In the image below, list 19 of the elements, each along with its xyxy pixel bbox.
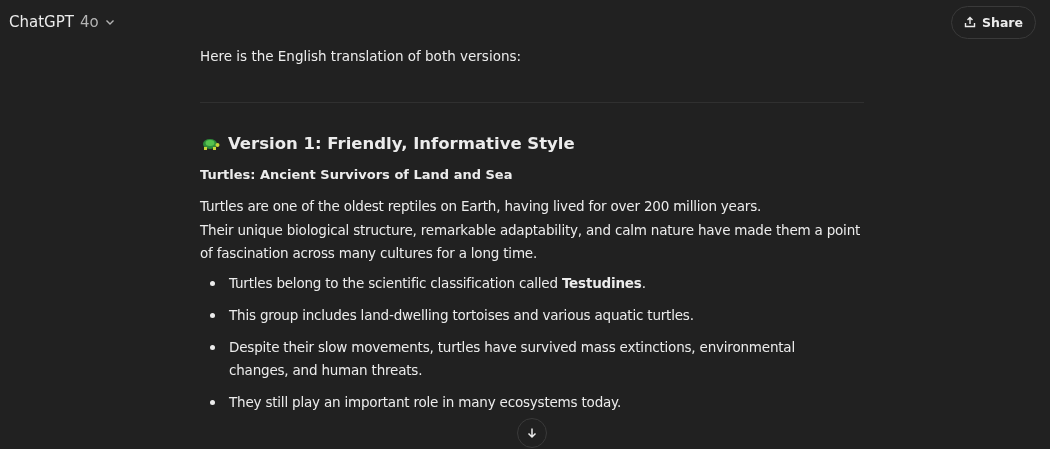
intro-text: Here is the English translation of both versions: (200, 47, 523, 66)
bullet-text: Despite their slow movements, turtles have survived mass extinctions, environmental changes, and human threats. (229, 337, 796, 380)
paragraph-text: Turtles are one of the oldest reptiles on Earth, having lived for over 200 million years. Their unique biological structure, remarkable adaptability, and calm nature have made them a point of fascination across many cultures for a long time. (200, 197, 862, 263)
model-selector[interactable]: ChatGPT 4o (9, 9, 115, 35)
bullet-dot (210, 399, 215, 405)
bullet-dot (210, 344, 215, 350)
turtle-icon (200, 137, 220, 151)
section-heading: Version 1: Friendly, Informative Style (228, 133, 575, 155)
article-title: Turtles: Ancient Survivors of Land and Sea (200, 166, 514, 184)
share-button[interactable]: Share (951, 5, 1036, 39)
bullet-text: They still play an important role in many ecosystems today. (229, 392, 622, 412)
chevron-down-icon (104, 17, 115, 27)
arrow-down-icon (526, 427, 538, 439)
bullet-text: This group includes land-dwelling tortoises and various aquatic turtles. (229, 305, 694, 325)
share-icon (964, 16, 976, 28)
bullet-dot (210, 312, 215, 318)
bullet-text: Turtles belong to the scientific classification called Testudines. (229, 273, 646, 293)
scroll-down-button[interactable] (517, 418, 547, 448)
bullet-dot (210, 280, 215, 286)
